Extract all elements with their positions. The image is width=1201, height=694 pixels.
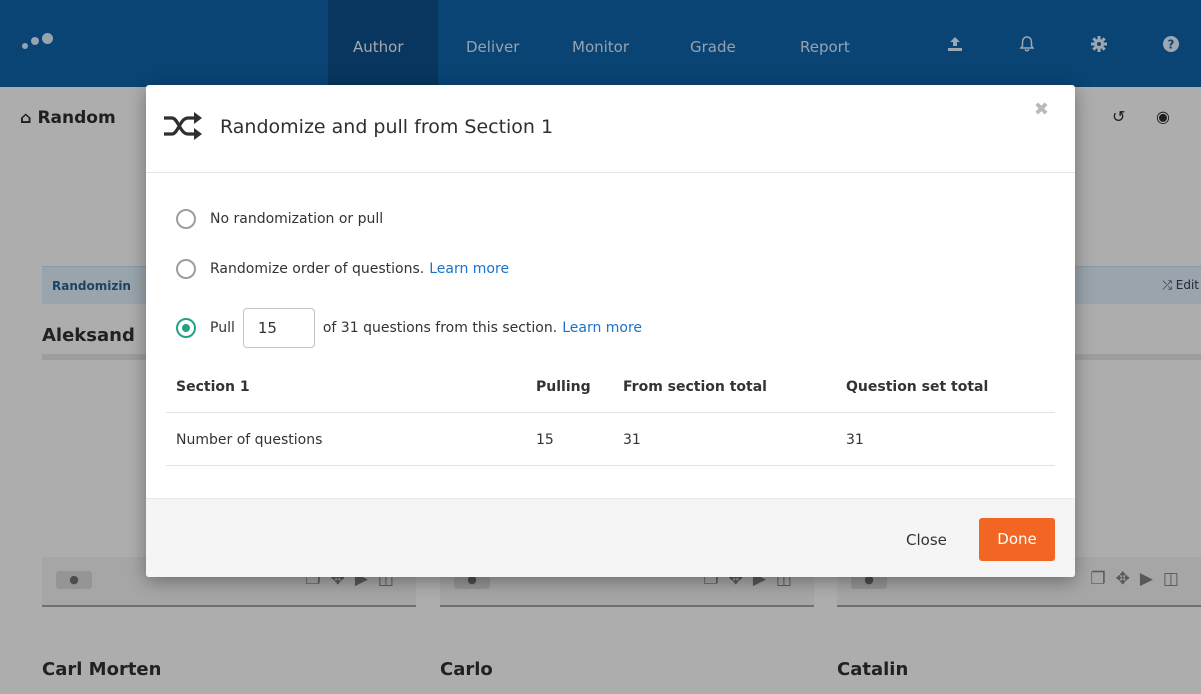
option-pull-label: Pull	[210, 320, 235, 336]
table-cell: 31	[846, 432, 864, 448]
table-cell: Number of questions	[176, 432, 323, 448]
pull-count-input[interactable]	[242, 308, 315, 348]
radio-no-randomization[interactable]	[176, 209, 196, 229]
option-pull-suffix: of 31 questions from this section.	[322, 320, 558, 336]
table-header: Pulling	[536, 379, 591, 395]
table-cell: 15	[536, 432, 554, 448]
option-no-randomization[interactable]: No randomization or pull	[176, 205, 383, 233]
option-pull[interactable]: Pull of 31 questions from this section. …	[176, 308, 642, 348]
option-no-randomization-label: No randomization or pull	[210, 211, 384, 227]
close-button[interactable]: Close	[906, 531, 947, 549]
table-cell: 31	[623, 432, 641, 448]
learn-more-link[interactable]: Learn more	[429, 261, 509, 277]
radio-pull[interactable]	[176, 318, 196, 338]
option-randomize-order-label: Randomize order of questions.	[210, 261, 425, 277]
learn-more-link[interactable]: Learn more	[562, 320, 642, 336]
table-header: From section total	[623, 379, 767, 395]
option-randomize-order[interactable]: Randomize order of questions. Learn more	[176, 255, 509, 283]
dialog-footer: Close Done	[146, 498, 1075, 577]
randomize-dialog: Randomize and pull from Section 1 ✖ No r…	[146, 85, 1075, 577]
table-header: Question set total	[846, 379, 989, 395]
dialog-header: Randomize and pull from Section 1 ✖	[146, 85, 1075, 173]
table-divider	[166, 412, 1055, 413]
dialog-title: Randomize and pull from Section 1	[220, 116, 554, 138]
table-header: Section 1	[176, 379, 250, 395]
table-divider	[166, 465, 1055, 466]
shuffle-icon	[164, 112, 202, 140]
done-button[interactable]: Done	[979, 518, 1055, 561]
radio-randomize-order[interactable]	[176, 259, 196, 279]
close-icon[interactable]: ✖	[1034, 99, 1049, 120]
